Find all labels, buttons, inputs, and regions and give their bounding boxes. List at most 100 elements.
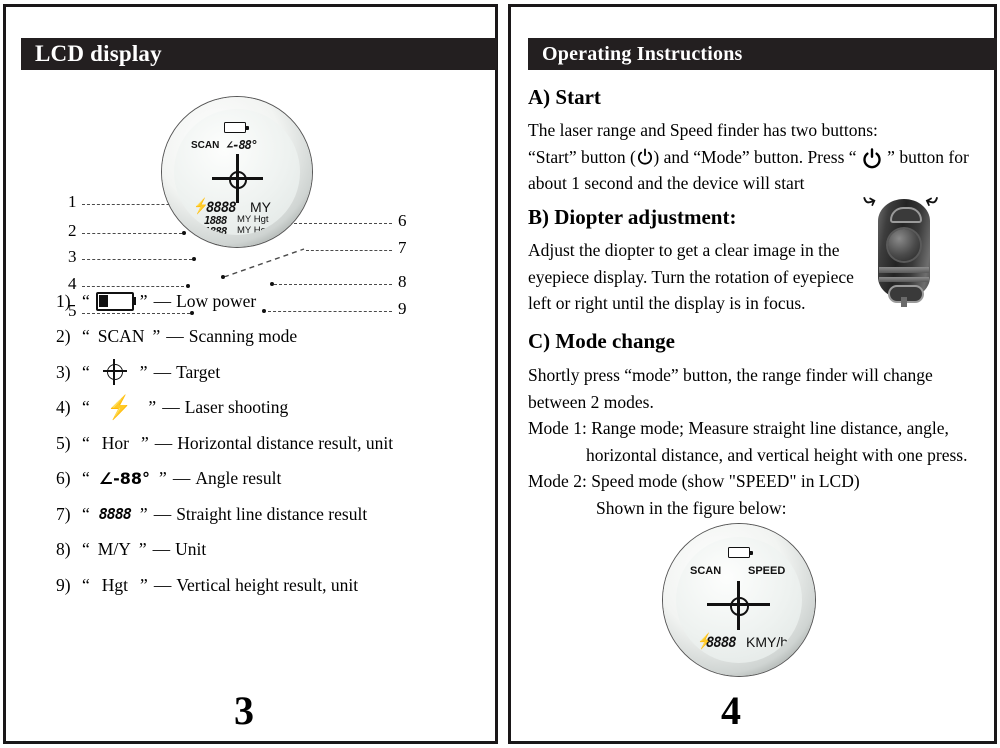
horizontal-value: 1888 xyxy=(204,225,227,235)
legend-number: 7) xyxy=(56,503,71,524)
quote-close: ” xyxy=(138,539,147,559)
section-c-line-3: Mode 1: Range mode; Measure straight lin… xyxy=(528,418,949,438)
callout-number-2: 2 xyxy=(68,221,77,240)
section-a-line-3: about 1 second and the device will start xyxy=(528,173,805,193)
legend-symbol-text: Hor xyxy=(101,432,129,453)
callout-number-3: 3 xyxy=(68,247,77,266)
device-band-upper xyxy=(879,267,929,273)
leader-line-8 xyxy=(274,284,392,285)
height-unit: MY Hgt xyxy=(237,214,269,225)
quote-open: “ xyxy=(82,290,90,311)
section-c-body: Shortly press “mode” button, the range f… xyxy=(528,362,988,521)
legend-description: Angle result xyxy=(195,468,282,488)
speed-mode-lcd-diagram: SCAN SPEED ⚡ 8888 KMY/hS xyxy=(663,524,823,684)
legend-number: 9) xyxy=(56,574,71,595)
callout-number-1: 1 xyxy=(68,192,77,211)
speed-unit: KMY/hS xyxy=(746,634,798,650)
leader-line-2 xyxy=(82,233,182,234)
quote-close: ” xyxy=(139,361,148,382)
speed-label: SPEED xyxy=(748,565,786,577)
callout-number-6: 6 xyxy=(398,211,407,230)
device-band-lower xyxy=(879,277,929,282)
left-page: LCD display 1 2 3 4 5 6 7 8 9 SCAN ∠-88°… xyxy=(3,4,498,744)
legend-symbol-slot: ⚡ xyxy=(105,396,134,419)
section-a-line-2-mid: ) and “Mode” button. Press “ xyxy=(653,146,861,167)
legend-description: Vertical height result, unit xyxy=(176,574,359,595)
lcd-legend-list: 1) “ ” — Low power 2) “ SCAN ” — Scannin… xyxy=(56,290,486,610)
section-a-title: A) Start xyxy=(528,85,601,109)
legend-symbol-text: M/Y xyxy=(97,539,131,559)
section-b-title: B) Diopter adjustment: xyxy=(528,205,737,229)
legend-dash: — xyxy=(153,290,172,311)
legend-description: Target xyxy=(176,361,221,382)
leader-line-7 xyxy=(306,250,392,251)
page-number-right: 4 xyxy=(721,688,741,733)
quote-open: “ xyxy=(82,574,90,595)
leader-dot-4 xyxy=(186,284,190,288)
quote-open: “ xyxy=(82,468,90,488)
device-stem xyxy=(901,297,907,307)
legend-dash: — xyxy=(166,326,184,346)
legend-description: Straight line distance result xyxy=(176,503,368,524)
speed-lcd-face: SCAN SPEED ⚡ 8888 KMY/hS xyxy=(676,537,802,663)
legend-dash: — xyxy=(172,468,191,488)
list-item: 5) “ Hor ” — Horizontal distance result,… xyxy=(56,432,486,454)
list-item: 4) “ ⚡ ” — Laser shooting xyxy=(56,396,486,419)
quote-close: ” xyxy=(140,574,148,595)
section-c-line-6: Shown in the figure below: xyxy=(596,497,787,518)
legend-description: Horizontal distance result, unit xyxy=(177,432,394,453)
legend-description: Scanning mode xyxy=(188,326,298,346)
angle-value: ∠-88° xyxy=(226,138,258,152)
legend-number: 6) xyxy=(56,468,71,488)
diopter-knob xyxy=(888,229,920,261)
battery-icon xyxy=(224,122,246,133)
section-a-body: The laser range and Speed finder has two… xyxy=(528,117,983,197)
legend-dash: — xyxy=(153,503,172,524)
list-item: 3) “ ” — Target xyxy=(56,359,486,385)
list-item: 8) “ M/Y ” — Unit xyxy=(56,539,486,561)
legend-description: Low power xyxy=(176,290,257,311)
legend-dash: — xyxy=(152,539,171,559)
quote-close: ” xyxy=(148,397,157,417)
target-crosshair-icon xyxy=(102,359,128,385)
legend-number: 3) xyxy=(56,361,71,382)
list-item: 9) “ Hgt ” — Vertical height result, uni… xyxy=(56,574,486,596)
leader-dot-7 xyxy=(221,275,225,279)
right-page: Operating Instructions A) Start The lase… xyxy=(508,4,997,744)
legend-number: 4) xyxy=(56,397,71,417)
quote-close: ” xyxy=(152,326,161,346)
legend-number: 5) xyxy=(56,432,71,453)
callout-number-8: 8 xyxy=(398,272,407,291)
list-item: 6) “ ∠-88° ” — Angle result xyxy=(56,468,486,490)
leader-line-3 xyxy=(82,259,192,260)
speed-value: 8888 xyxy=(706,635,737,651)
section-a-line-2-pre: “Start” button ( xyxy=(528,146,636,167)
section-c-line-2: between 2 modes. xyxy=(528,391,654,412)
battery-icon xyxy=(728,547,750,558)
legend-number: 8) xyxy=(56,539,71,559)
section-c-line-1: Shortly press “mode” button, the range f… xyxy=(528,365,933,385)
section-c-line-4: horizontal distance, and vertical height… xyxy=(586,444,968,465)
quote-close: ” xyxy=(159,468,167,488)
legend-number: 2) xyxy=(56,326,71,346)
quote-close: ” xyxy=(139,503,148,524)
scan-label: SCAN xyxy=(191,140,220,151)
legend-dash: — xyxy=(154,432,173,453)
page-title-lcd-display: LCD display xyxy=(21,38,497,70)
section-b-line-3: left or right until the display is in fo… xyxy=(528,293,806,313)
quote-open: “ xyxy=(82,432,90,453)
leader-dot-8 xyxy=(270,282,274,286)
section-b-line-1: Adjust the diopter to get a clear image … xyxy=(528,240,840,260)
quote-open: “ xyxy=(82,326,90,346)
callout-number-7: 7 xyxy=(398,238,407,257)
battery-icon xyxy=(95,291,134,311)
leader-dot-3 xyxy=(192,257,196,261)
leader-dot-2 xyxy=(182,231,186,235)
leader-line-4 xyxy=(82,286,184,287)
section-c-line-5: Mode 2: Speed mode (show "SPEED" in LCD) xyxy=(528,471,860,491)
manual-page-spread: LCD display 1 2 3 4 5 6 7 8 9 SCAN ∠-88°… xyxy=(0,0,1000,748)
distance-unit: MY xyxy=(250,199,271,215)
legend-number: 1) xyxy=(56,290,71,311)
rotate-left-arrow-icon: ⤷ xyxy=(860,187,879,213)
section-b-body: Adjust the diopter to get a clear image … xyxy=(528,237,873,317)
